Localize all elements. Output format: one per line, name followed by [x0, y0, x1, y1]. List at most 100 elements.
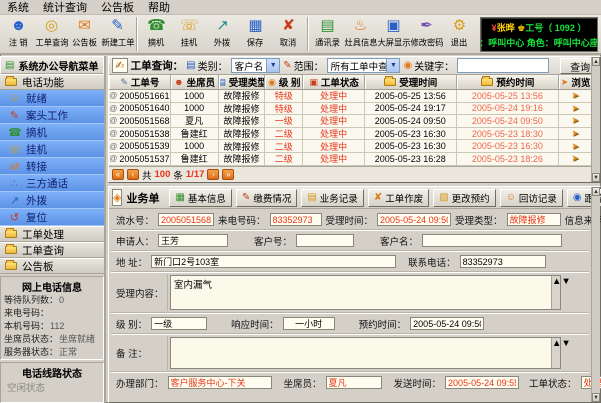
scope-select[interactable]: 所有工单中查询 ▼ [327, 58, 401, 73]
group-order-query[interactable]: 工单查询 [0, 242, 104, 258]
scroll-down-icon[interactable]: ▼ [592, 173, 600, 182]
col-header-agent[interactable]: ☻坐席员 [171, 75, 219, 89]
visit-record-button[interactable]: ☺回访记录 [500, 189, 563, 207]
contacts-button[interactable]: ▤ 通讯录 [311, 15, 344, 53]
basic-info-button[interactable]: ▦基本信息 [169, 189, 231, 207]
sidebar-item-transfer[interactable]: ⇄ 转接 [0, 158, 104, 175]
sidebar-item-hangup[interactable]: ☏ 挂机 [0, 141, 104, 158]
table-row[interactable]: @2005051537 鲁建红 故障报修 二级 处理中 2005-05-23 1… [109, 153, 591, 166]
prev-page-button[interactable]: ‹ [127, 169, 139, 180]
bulletin-button[interactable]: ✉ 公告板 [68, 15, 101, 53]
exit-button[interactable]: ⚙ 退出 [443, 15, 476, 53]
accept-time-field[interactable] [377, 213, 451, 226]
sidebar-item-desk-work[interactable]: ✎ 案头工作 [0, 107, 104, 124]
table-scrollbar[interactable]: ▲ ▼ [591, 57, 600, 182]
appoint-time-field[interactable] [410, 317, 484, 330]
cell-level: 特级 [265, 103, 303, 115]
scroll-down-icon[interactable]: ▼ [561, 338, 570, 349]
table-row[interactable]: @2005051640 1000 故障报修 特级 处理中 2005-05-24 … [109, 103, 591, 116]
business-form-icon: ◈ [112, 189, 122, 206]
response-time-field[interactable] [283, 317, 335, 330]
business-record-button[interactable]: ▤业务记录 [301, 189, 363, 207]
send-time-field[interactable] [445, 376, 519, 389]
caller-field[interactable] [270, 213, 322, 226]
content-textarea[interactable] [170, 275, 561, 310]
last-page-button[interactable]: » [222, 169, 234, 180]
sidebar-item-dialout[interactable]: ↗ 外拨 [0, 192, 104, 209]
cell-appoint-time: 2005-05-24 19:16 [457, 103, 560, 115]
offhook-button[interactable]: ☎ 摘机 [140, 15, 173, 53]
void-order-button[interactable]: ✘工单作废 [368, 189, 429, 207]
sidebar-item-offhook[interactable]: ☎ 摘机 [0, 124, 104, 141]
chevron-down-icon[interactable]: ▼ [266, 59, 279, 72]
contact-phone-field[interactable] [460, 255, 546, 268]
browse-icon[interactable]: ➤ [571, 141, 579, 152]
table-row[interactable]: @2005051661 1000 故障报修 特级 处理中 2005-05-25 … [109, 90, 591, 103]
address-field[interactable] [151, 255, 396, 268]
col-header-level[interactable]: ◉级 别 [265, 75, 303, 89]
sidebar-item-reset[interactable]: ↺ 复位 [0, 209, 104, 226]
table-row[interactable]: @2005051568 夏凡 故障报修 一级 处理中 2005-05-24 09… [109, 115, 591, 128]
change-appointment-button[interactable]: ▧更改预约 [433, 189, 495, 207]
customer-no-field[interactable] [296, 234, 354, 247]
col-header-browse[interactable]: ➤浏览 [559, 75, 591, 89]
order-search-button[interactable]: ◎ 工单查询 [35, 15, 68, 53]
table-row[interactable]: @2005051538 鲁建红 故障报修 二级 处理中 2005-05-23 1… [109, 128, 591, 141]
browse-icon[interactable]: ➤ [571, 90, 579, 101]
stove-info-button[interactable]: ♨ 灶具信息 [344, 15, 377, 53]
cell-status: 处理中 [303, 153, 365, 165]
browse-icon[interactable]: ➤ [571, 103, 579, 114]
hangup-button[interactable]: ☏ 挂机 [173, 15, 206, 53]
query-title: 工单查询： [131, 58, 184, 73]
level-field[interactable] [151, 317, 207, 330]
menu-stat-query[interactable]: 统计查询 [43, 0, 87, 15]
sidebar-item-ready[interactable]: ☺ 就绪 [0, 90, 104, 107]
cancel-button[interactable]: ✘ 取消 [272, 15, 305, 53]
scroll-up-icon[interactable]: ▲ [552, 276, 561, 287]
agent-field[interactable] [326, 376, 382, 389]
save-button[interactable]: ▦ 保存 [239, 15, 272, 53]
col-header-accept-time[interactable]: 受理时间 [365, 75, 457, 89]
col-header-order-no[interactable]: ✎工单号 [109, 75, 171, 89]
menu-system[interactable]: 系统 [7, 0, 29, 15]
next-page-button[interactable]: › [207, 169, 219, 180]
dept-field[interactable] [168, 376, 272, 389]
applicant-field[interactable] [158, 234, 228, 247]
col-header-appoint-time[interactable]: 预约时间 [457, 75, 560, 89]
keyword-input[interactable] [457, 58, 549, 73]
browse-icon[interactable]: ➤ [571, 115, 579, 126]
scroll-down-icon[interactable]: ▼ [592, 393, 600, 402]
menu-bulletin[interactable]: 公告板 [101, 0, 134, 15]
scroll-up-icon[interactable]: ▲ [592, 57, 600, 66]
dialout-button[interactable]: ↗ 外拨 [206, 15, 239, 53]
customer-name-field[interactable] [422, 234, 562, 247]
group-order-processing[interactable]: 工单处理 [0, 226, 104, 242]
change-password-button[interactable]: ✒ 修改密码 [410, 15, 443, 53]
form-scrollbar[interactable]: ▲ ▼ [591, 187, 600, 402]
accept-type-field[interactable] [507, 213, 561, 226]
sidebar-item-three-way-call[interactable]: ∴ 三方通话 [0, 175, 104, 192]
first-page-button[interactable]: « [112, 169, 124, 180]
group-bulletin-board[interactable]: 公告板 [0, 258, 104, 274]
scroll-down-icon[interactable]: ▼ [561, 276, 570, 287]
chevron-down-icon[interactable]: ▼ [386, 59, 399, 72]
category-select[interactable]: 客户名 ▼ [231, 58, 281, 73]
note-textarea[interactable] [170, 337, 561, 369]
browse-icon[interactable]: ➤ [571, 128, 579, 139]
col-header-type[interactable]: ▤受理类型 [219, 75, 266, 89]
textarea-scrollbar[interactable]: ▲▼ [551, 276, 560, 309]
table-row[interactable]: @2005051539 1000 故障报修 二级 处理中 2005-05-23 … [109, 140, 591, 153]
browse-icon[interactable]: ➤ [571, 153, 579, 164]
payment-status-button[interactable]: ✎缴费情况 [236, 189, 297, 207]
serial-field[interactable] [158, 213, 214, 226]
big-screen-button[interactable]: ▣ 大屏显示 [377, 15, 410, 53]
new-order-button[interactable]: ✎ 新建工单 [101, 15, 134, 53]
textarea-scrollbar[interactable]: ▲▼ [551, 338, 560, 368]
col-header-status[interactable]: ▣工单状态 [303, 75, 365, 89]
menu-help[interactable]: 帮助 [148, 0, 170, 15]
group-phone-functions[interactable]: 电话功能 [0, 74, 104, 90]
cell-order-no: @2005051640 [109, 103, 171, 115]
scroll-up-icon[interactable]: ▲ [592, 187, 600, 196]
logout-button[interactable]: ☻ 注 销 [2, 15, 35, 53]
scroll-up-icon[interactable]: ▲ [552, 338, 561, 349]
